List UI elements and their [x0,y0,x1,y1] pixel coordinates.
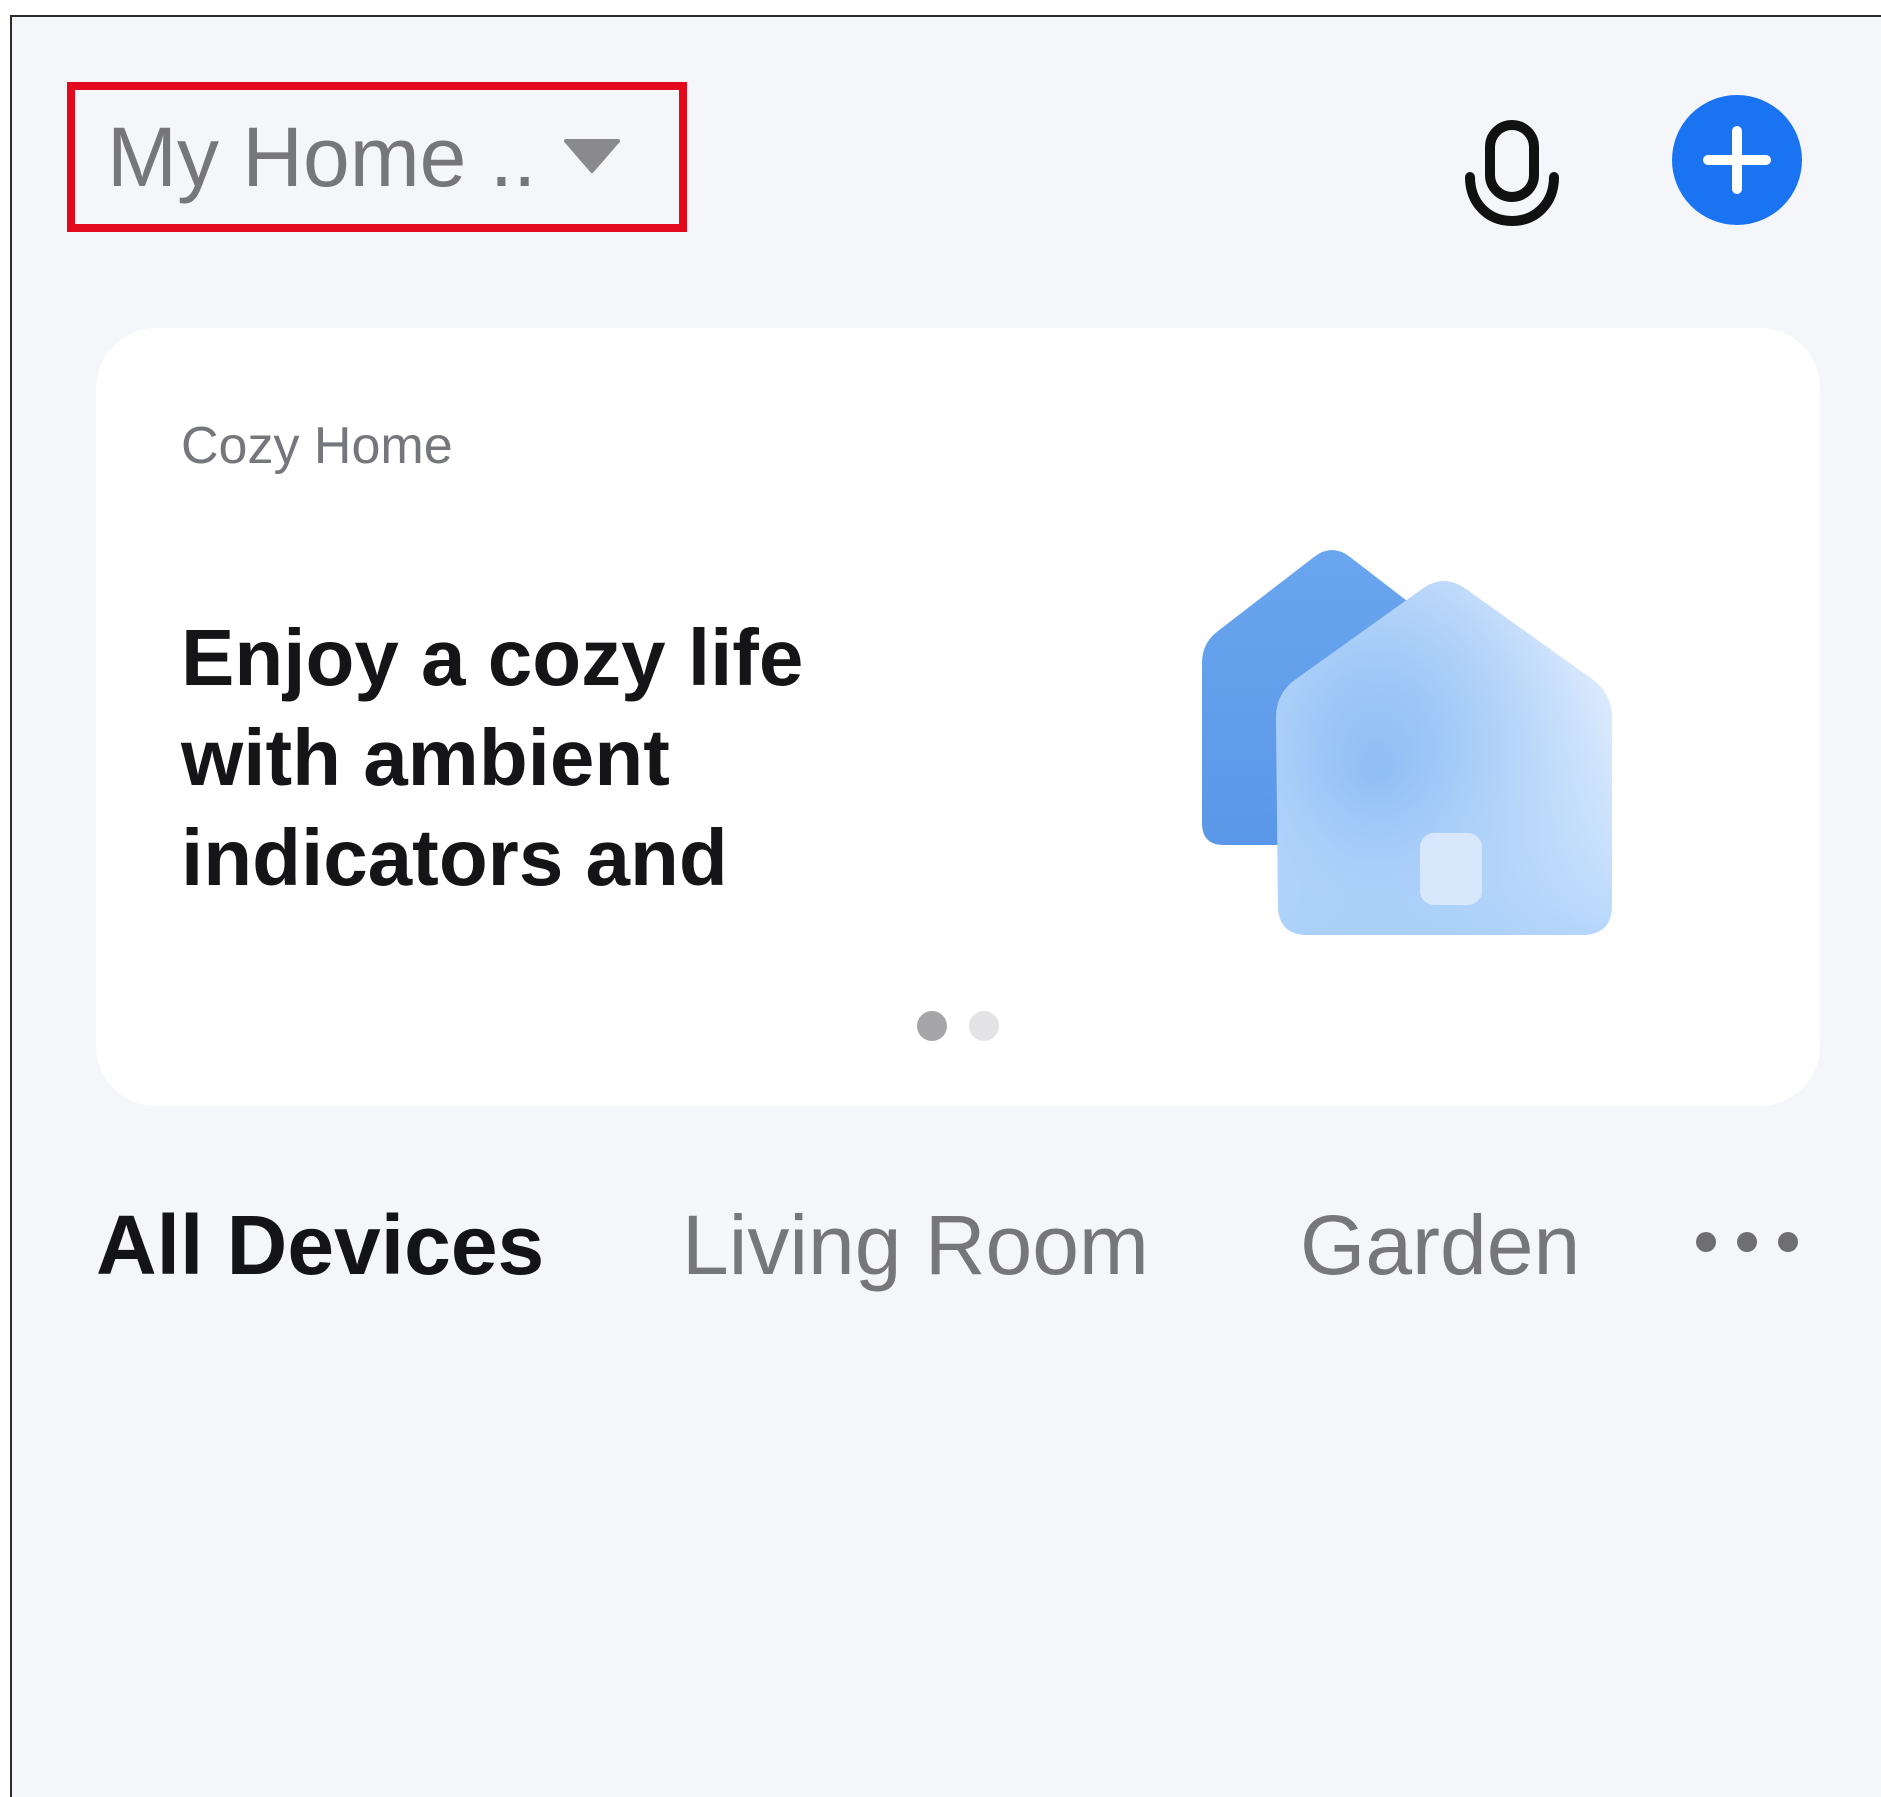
voice-button[interactable] [1452,109,1572,239]
pager-dot [969,1011,999,1041]
banner-kicker: Cozy Home [181,417,453,475]
promo-banner[interactable]: Cozy Home Enjoy a cozy life with ambient… [96,328,1820,1106]
more-tabs-button[interactable] [1692,1217,1802,1267]
banner-pager [96,1011,1820,1041]
add-button[interactable] [1672,95,1802,225]
home-selector[interactable]: My Home .. [67,82,687,232]
tab-living-room[interactable]: Living Room [682,1197,1149,1294]
home-name: My Home .. [107,109,537,204]
room-tabs: All Devices Living Room Garden [96,1197,1816,1307]
houses-illustration [1196,533,1676,963]
caret-down-icon [564,137,621,177]
pager-dot-active [917,1011,947,1041]
microphone-icon [1465,120,1559,227]
tab-garden[interactable]: Garden [1300,1197,1580,1294]
more-dots-icon [1696,1232,1798,1252]
tab-all-devices[interactable]: All Devices [96,1197,544,1294]
banner-headline: Enjoy a cozy life with ambient indicator… [181,613,804,902]
plus-icon [1703,126,1771,194]
app-screen: My Home .. Cozy Home Enjoy a cozy life w… [10,15,1881,1797]
